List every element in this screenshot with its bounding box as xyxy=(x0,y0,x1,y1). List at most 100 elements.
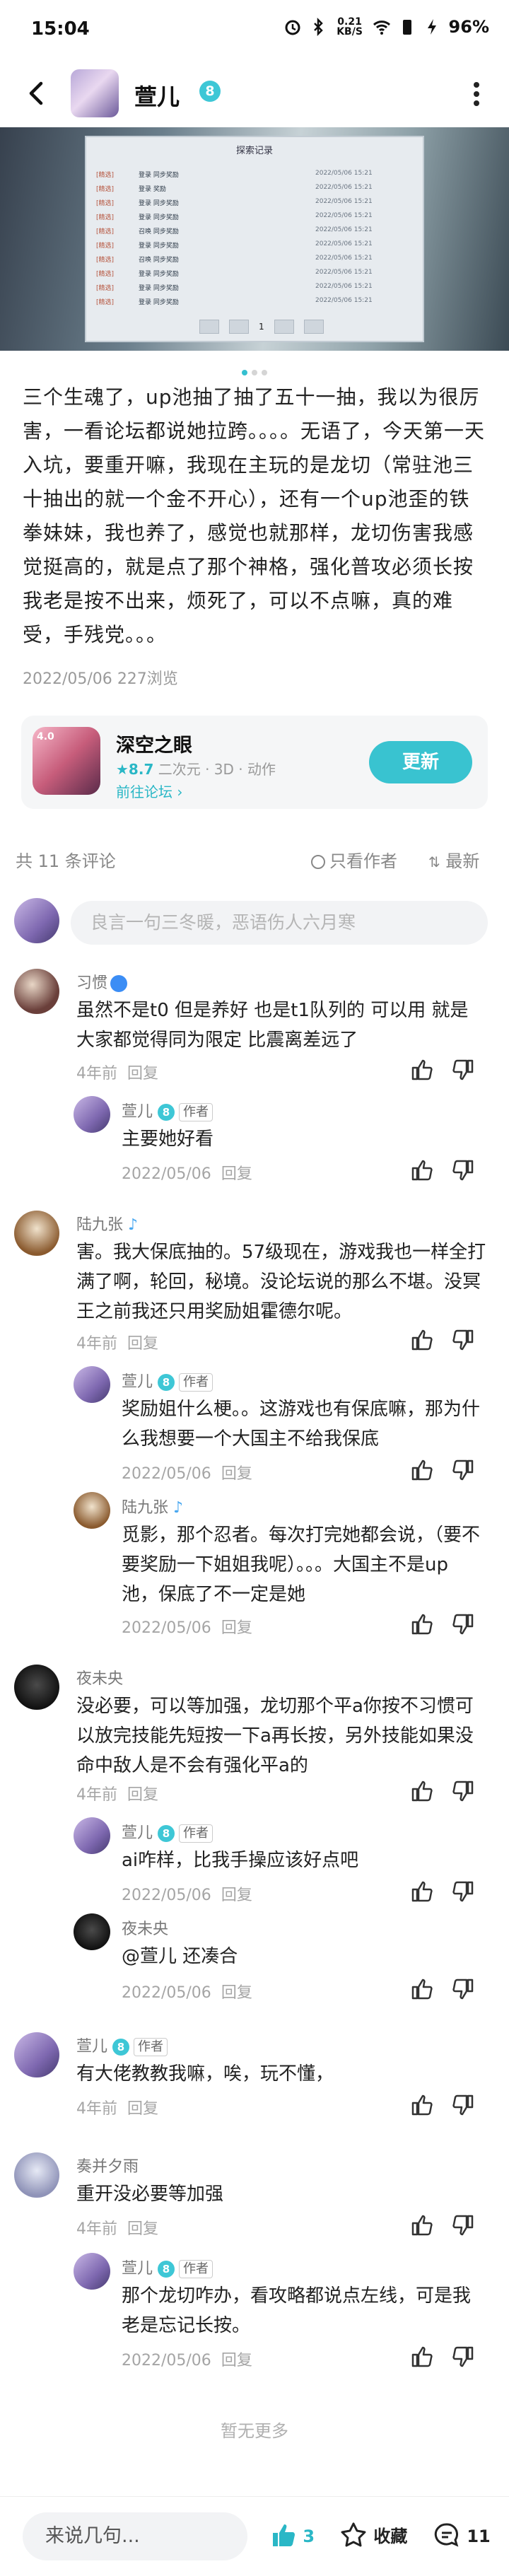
game-icon-text: 4.0 xyxy=(37,731,54,742)
post-meta: 2022/05/06 227浏览 xyxy=(23,666,178,689)
reply-button[interactable]: 回复 xyxy=(127,2220,158,2238)
more-options-icon[interactable] xyxy=(474,82,481,106)
commenter-avatar[interactable] xyxy=(74,1913,110,1950)
comment-count: 共 11 条评论 xyxy=(16,851,116,871)
game-card[interactable]: 4.0 深空之眼 ★8.7 二次元 · 3D · 动作 前往论坛 › 更新 xyxy=(21,716,488,809)
reply-button[interactable]: 回复 xyxy=(221,1619,252,1637)
like-icon[interactable] xyxy=(410,1879,434,1904)
status-time: 15:04 xyxy=(31,18,90,40)
reply-button[interactable]: 回复 xyxy=(127,2100,158,2118)
comment-meta: 2022/05/06 回复 xyxy=(122,2352,252,2370)
dislike-icon[interactable] xyxy=(451,2213,475,2237)
comment-text: @萱儿 还凑合 xyxy=(122,1946,238,1967)
like-icon[interactable] xyxy=(410,1158,434,1182)
comment-bubble-icon xyxy=(434,2523,459,2547)
comments-button[interactable]: 11 xyxy=(433,2521,491,2549)
like-icon[interactable] xyxy=(410,2093,434,2117)
author-name[interactable]: 萱儿 xyxy=(134,79,180,112)
commenter-name[interactable]: 萱儿 8 作者 xyxy=(122,2256,213,2278)
like-icon[interactable] xyxy=(410,1779,434,1803)
forum-link[interactable]: 前往论坛 › xyxy=(116,781,182,801)
dislike-icon[interactable] xyxy=(451,1458,475,1482)
like-icon[interactable] xyxy=(410,1328,434,1352)
verified-icon xyxy=(110,975,128,992)
commenter-avatar[interactable] xyxy=(14,1665,59,1710)
reply-button[interactable]: 回复 xyxy=(127,1786,158,1804)
commenter-name[interactable]: 陆九张 ♪ xyxy=(76,1212,138,1235)
wifi-icon xyxy=(373,21,390,35)
commenter-name[interactable]: 萱儿 8 作者 xyxy=(76,2034,168,2056)
dislike-icon[interactable] xyxy=(451,1328,475,1352)
dislike-icon[interactable] xyxy=(451,2345,475,2369)
reply-button[interactable]: 回复 xyxy=(221,2352,252,2370)
commenter-avatar[interactable] xyxy=(14,2032,59,2077)
commenter-name[interactable]: 夜未央 xyxy=(76,1666,123,1689)
only-author-toggle[interactable]: 只看作者 xyxy=(311,847,397,872)
dislike-icon[interactable] xyxy=(451,1779,475,1803)
record-row: [精选] 登录 同步奖励 2022/05/06 15:21 xyxy=(96,170,373,179)
like-icon[interactable] xyxy=(410,1977,434,2001)
commenter-name[interactable]: 奏并夕雨 xyxy=(76,2154,139,2176)
commenter-name[interactable]: 习惯 xyxy=(76,970,128,993)
sort-icon: ⇅ xyxy=(428,853,440,870)
bottom-comment-input[interactable]: 来说几句... xyxy=(23,2512,247,2560)
sort-toggle[interactable]: ⇅ 最新 xyxy=(428,847,479,872)
dislike-icon[interactable] xyxy=(451,2093,475,2117)
reply-button[interactable]: 回复 xyxy=(221,1984,252,2002)
reply-button[interactable]: 回复 xyxy=(127,1335,158,1353)
reply-button[interactable]: 回复 xyxy=(221,1165,252,1183)
record-row: [精选] 登录 奖励 2022/05/06 15:21 xyxy=(96,184,373,193)
commenter-avatar[interactable] xyxy=(74,1817,110,1854)
post-image[interactable]: 探索记录 [精选] 登录 同步奖励 2022/05/06 15:21 [精选] 登录 … xyxy=(0,127,509,351)
view-count: 227浏览 xyxy=(117,670,178,688)
like-icon[interactable] xyxy=(410,1458,434,1482)
commenter-avatar[interactable] xyxy=(74,1492,110,1529)
back-arrow-icon[interactable] xyxy=(18,75,55,112)
post-date: 2022/05/06 xyxy=(23,670,112,688)
like-icon[interactable] xyxy=(410,1612,434,1636)
favorite-button[interactable]: 收藏 xyxy=(339,2521,407,2549)
commenter-name[interactable]: 萱儿 8 作者 xyxy=(122,1099,213,1121)
comment-text: 觅影，那个忍者。每次打完她都会说，（要不要奖励一下姐姐我呢）。。。大国主不是up… xyxy=(122,1525,481,1605)
commenter-name[interactable]: 陆九张 ♪ xyxy=(122,1495,183,1517)
comment-text: 虽然不是t0 但是养好 也是t1队列的 可以用 就是大家都觉得同为限定 比震离差… xyxy=(76,1000,469,1051)
reply-button[interactable]: 回复 xyxy=(127,1065,158,1083)
like-icon[interactable] xyxy=(410,2345,434,2369)
reply-button[interactable]: 回复 xyxy=(221,1887,252,1904)
commenter-avatar[interactable] xyxy=(14,969,59,1014)
comment-input[interactable]: 良言一句三冬暖，恶语伤人六月寒 xyxy=(71,901,488,945)
like-icon[interactable] xyxy=(410,2213,434,2237)
comment-meta: 4年前 回复 xyxy=(76,2100,159,2118)
record-row: [精选] 登录 同步奖励 2022/05/06 15:21 xyxy=(96,240,373,250)
commenter-avatar[interactable] xyxy=(74,1366,110,1403)
commenter-name[interactable]: 萱儿 8 作者 xyxy=(122,1820,213,1843)
commenter-avatar[interactable] xyxy=(14,1211,59,1256)
dislike-icon[interactable] xyxy=(451,1058,475,1082)
status-icons: 0.21 KB/S 96% xyxy=(283,17,489,37)
like-button[interactable]: 3 xyxy=(269,2521,315,2549)
record-row: [精选] 召唤 同步奖励 2022/05/06 15:21 xyxy=(96,255,373,264)
dislike-icon[interactable] xyxy=(451,1879,475,1904)
screenshot-record-panel: 探索记录 [精选] 登录 同步奖励 2022/05/06 15:21 [精选] 登录 … xyxy=(85,136,424,342)
comment-text: 害。我大保底抽的。57级现在，游戏我也一样全打满了啊，轮回，秘境。没论坛说的那么… xyxy=(76,1242,486,1322)
game-icon: 4.0 xyxy=(33,727,100,795)
dislike-icon[interactable] xyxy=(451,1612,475,1636)
record-row: [精选] 登录 同步奖励 2022/05/06 15:21 xyxy=(96,297,373,306)
commenter-name[interactable]: 萱儿 8 作者 xyxy=(122,1369,213,1392)
author-avatar[interactable] xyxy=(71,69,119,117)
reply-button[interactable]: 回复 xyxy=(221,1465,252,1483)
game-tags: 二次元 · 3D · 动作 xyxy=(158,761,276,778)
like-icon[interactable] xyxy=(410,1058,434,1082)
update-button[interactable]: 更新 xyxy=(369,741,472,783)
comment-meta: 2022/05/06 回复 xyxy=(122,1165,252,1183)
dislike-icon[interactable] xyxy=(451,1977,475,2001)
comment-meta: 4年前 回复 xyxy=(76,2220,159,2238)
dislike-icon[interactable] xyxy=(451,1158,475,1182)
commenter-avatar[interactable] xyxy=(14,2152,59,2198)
commenter-avatar[interactable] xyxy=(74,1096,110,1133)
comment-meta: 2022/05/06 回复 xyxy=(122,1465,252,1483)
commenter-avatar[interactable] xyxy=(74,2253,110,2290)
comments-header: 共 11 条评论 只看作者 ⇅ 最新 xyxy=(0,839,509,877)
post-header: 萱儿 8 xyxy=(0,59,509,127)
commenter-name[interactable]: 夜未央 xyxy=(122,1916,168,1939)
